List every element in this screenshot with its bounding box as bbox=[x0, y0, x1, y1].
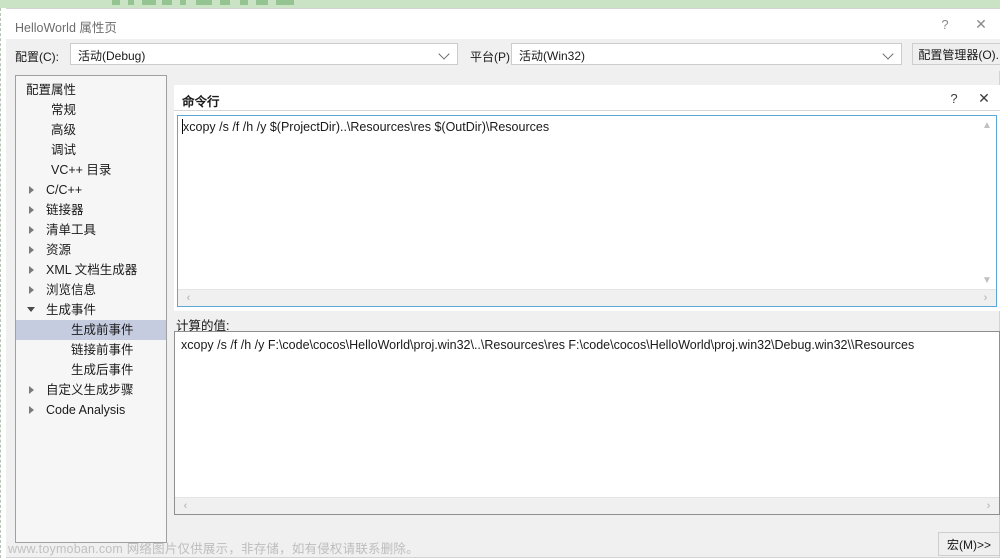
tree-item-label: Code Analysis bbox=[46, 403, 126, 417]
command-line-header: 命令行 ? ✕ bbox=[174, 85, 1000, 111]
evaluated-value-text: xcopy /s /f /h /y F:\code\cocos\HelloWor… bbox=[181, 338, 915, 352]
chevron-collapsed-icon[interactable] bbox=[24, 200, 40, 220]
command-line-pane: 命令行 ? ✕ xcopy /s /f /h /y $(ProjectDir).… bbox=[174, 85, 1000, 311]
tree-item[interactable]: 高级 bbox=[16, 120, 166, 140]
tree-item[interactable]: C/C++ bbox=[16, 180, 166, 200]
command-line-vscrollbar[interactable]: ▲ ▼ bbox=[979, 116, 996, 290]
command-line-hscrollbar[interactable]: ‹ › bbox=[178, 289, 996, 306]
close-icon[interactable]: ✕ bbox=[964, 9, 998, 39]
tree-item[interactable]: 链接器 bbox=[16, 200, 166, 220]
evaluated-value-hscrollbar[interactable]: ‹ › bbox=[175, 497, 999, 514]
watermark-notice: 网络图片仅供展示，非存储，如有侵权请联系删除。 bbox=[126, 542, 419, 556]
configuration-manager-button[interactable]: 配置管理器(O)... bbox=[912, 43, 1000, 65]
chevron-collapsed-icon[interactable] bbox=[24, 220, 40, 240]
scroll-left-icon[interactable]: ‹ bbox=[177, 498, 194, 514]
tree-item[interactable]: VC++ 目录 bbox=[16, 160, 166, 180]
chevron-down-icon bbox=[439, 48, 451, 60]
property-tree[interactable]: 配置属性常规高级调试 VC++ 目录 C/C++ 链接器清单工具资源 XML 文档生成器… bbox=[15, 75, 167, 543]
tree-item-label: 生成前事件 bbox=[71, 323, 134, 337]
tree-item-label: 资源 bbox=[46, 243, 72, 257]
configuration-toolbar: 配置(C): 活动(Debug) 平台(P): 活动(Win32) 配置管理器(… bbox=[6, 39, 1000, 71]
platform-label: 平台(P): bbox=[470, 50, 514, 64]
tree-item-label: 清单工具 bbox=[46, 223, 97, 237]
tree-item-label: 生成后事件 bbox=[71, 363, 134, 377]
tree-item-label: 高级 bbox=[51, 123, 77, 137]
chevron-expanded-icon[interactable] bbox=[16, 80, 20, 100]
chevron-collapsed-icon[interactable] bbox=[24, 180, 40, 200]
tree-item[interactable]: 生成事件 bbox=[16, 300, 166, 320]
chevron-collapsed-icon[interactable] bbox=[24, 380, 40, 400]
screenshot-root: HelloWorld 属性页 ? ✕ 配置(C): 活动(Debug) 平台(P… bbox=[0, 0, 1000, 558]
macros-button[interactable]: 宏(M)>> bbox=[938, 532, 1000, 556]
watermark: www.toymoban.com 网络图片仅供展示，非存储，如有侵权请联系删除。 bbox=[8, 538, 419, 557]
tree-item[interactable]: 链接前事件 bbox=[16, 340, 166, 360]
tree-item-label: C/C++ bbox=[46, 183, 83, 197]
tree-item-label: 链接器 bbox=[46, 203, 84, 217]
property-pages-dialog: HelloWorld 属性页 ? ✕ 配置(C): 活动(Debug) 平台(P… bbox=[6, 8, 1000, 558]
chevron-collapsed-icon[interactable] bbox=[24, 280, 40, 300]
tree-item[interactable]: 常规 bbox=[16, 100, 166, 120]
scroll-right-icon[interactable]: › bbox=[980, 498, 997, 514]
help-icon[interactable]: ? bbox=[928, 9, 962, 39]
scroll-left-icon[interactable]: ‹ bbox=[180, 290, 197, 306]
tree-item[interactable]: Code Analysis bbox=[16, 400, 166, 420]
command-line-title: 命令行 bbox=[182, 95, 220, 109]
command-line-value: xcopy /s /f /h /y $(ProjectDir)..\Resour… bbox=[183, 120, 550, 134]
dialog-titlebar: HelloWorld 属性页 ? ✕ bbox=[6, 9, 1000, 39]
dialog-title: HelloWorld 属性页 bbox=[15, 21, 117, 35]
tree-item[interactable]: 生成前事件 bbox=[16, 320, 166, 340]
tree-item[interactable]: 资源 bbox=[16, 240, 166, 260]
tree-item[interactable]: 浏览信息 bbox=[16, 280, 166, 300]
tree-item-label: 常规 bbox=[51, 103, 77, 117]
watermark-site: www.toymoban.com bbox=[8, 542, 124, 556]
tree-item-label: VC++ 目录 bbox=[51, 163, 112, 177]
configuration-combobox[interactable]: 活动(Debug) bbox=[70, 43, 458, 65]
chevron-collapsed-icon[interactable] bbox=[24, 400, 40, 420]
pane-help-icon[interactable]: ? bbox=[940, 85, 968, 111]
tree-item-label: 生成事件 bbox=[46, 303, 97, 317]
tree-item[interactable]: 调试 bbox=[16, 140, 166, 160]
tree-item-label: 自定义生成步骤 bbox=[46, 383, 134, 397]
chevron-collapsed-icon[interactable] bbox=[24, 260, 40, 280]
configuration-value: 活动(Debug) bbox=[78, 49, 146, 63]
tree-item-label: 浏览信息 bbox=[46, 283, 97, 297]
tree-item[interactable]: 清单工具 bbox=[16, 220, 166, 240]
platform-value: 活动(Win32) bbox=[519, 49, 586, 63]
pane-close-icon[interactable]: ✕ bbox=[970, 85, 998, 111]
tree-item-label: 调试 bbox=[51, 143, 77, 157]
tree-item-label: XML 文档生成器 bbox=[46, 263, 138, 277]
tree-item[interactable]: 自定义生成步骤 bbox=[16, 380, 166, 400]
platform-combobox[interactable]: 活动(Win32) bbox=[511, 43, 902, 65]
chevron-down-icon bbox=[883, 48, 895, 60]
scroll-down-icon[interactable]: ▼ bbox=[979, 272, 995, 289]
tree-item[interactable]: 配置属性 bbox=[16, 80, 166, 100]
scroll-right-icon[interactable]: › bbox=[977, 290, 994, 306]
chevron-collapsed-icon[interactable] bbox=[24, 240, 40, 260]
configuration-label: 配置(C): bbox=[15, 50, 59, 64]
tree-item-label: 配置属性 bbox=[26, 83, 77, 97]
evaluated-value-box: xcopy /s /f /h /y F:\code\cocos\HelloWor… bbox=[174, 331, 1000, 515]
scroll-up-icon[interactable]: ▲ bbox=[979, 117, 995, 134]
tree-item[interactable]: 生成后事件 bbox=[16, 360, 166, 380]
tree-item[interactable]: XML 文档生成器 bbox=[16, 260, 166, 280]
background-app-strip bbox=[0, 0, 1000, 8]
chevron-expanded-icon[interactable] bbox=[24, 300, 40, 320]
command-line-textbox[interactable]: xcopy /s /f /h /y $(ProjectDir)..\Resour… bbox=[177, 115, 997, 307]
tree-item-label: 链接前事件 bbox=[71, 343, 134, 357]
